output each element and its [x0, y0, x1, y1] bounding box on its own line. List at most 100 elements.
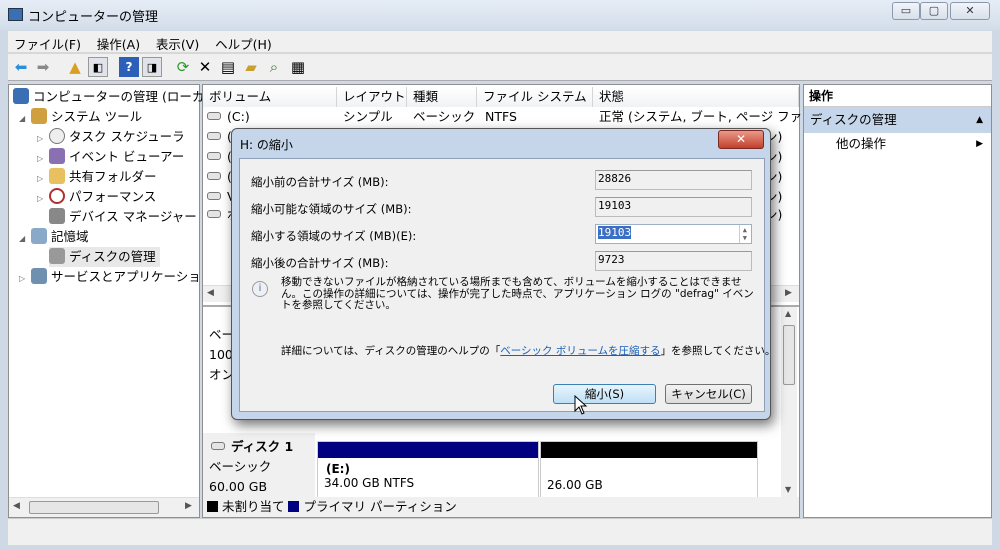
partition-e[interactable]: (E:) 34.00 GB NTFS: [317, 441, 539, 499]
tree-label: 記憶域: [51, 229, 89, 244]
expand-icon[interactable]: ◢: [19, 229, 31, 249]
expand-icon[interactable]: ◢: [19, 109, 31, 129]
total-size-before-value: 28826: [595, 170, 752, 190]
status-bar: [8, 518, 992, 545]
scrollbar-thumb[interactable]: [29, 501, 159, 514]
drive-icon: [207, 172, 221, 180]
partition-e-bar: [318, 442, 538, 458]
tree-item-shared-folders[interactable]: ▷ 共有フォルダー: [37, 167, 157, 187]
volume-type: ベーシック: [413, 109, 476, 124]
column-header-layout[interactable]: レイアウト: [337, 87, 407, 107]
volume-filesystem: NTFS: [485, 109, 517, 124]
disk-1-name: ディスク 1: [231, 439, 294, 454]
total-size-after-label: 縮小後の合計サイズ (MB):: [251, 256, 389, 270]
expand-icon[interactable]: ▷: [37, 189, 49, 209]
tree-label: コンピューターの管理 (ローカ: [33, 89, 205, 104]
tree-item-event-viewer[interactable]: ▷ イベント ビューアー: [37, 147, 184, 167]
partition-detail: 26.00 GB: [547, 478, 603, 492]
shrink-button[interactable]: 縮小(S): [553, 384, 656, 404]
expand-icon[interactable]: ▷: [37, 169, 49, 189]
help-suffix: 」を参照してください。: [660, 345, 776, 357]
tree-item-storage[interactable]: ◢ 記憶域: [19, 227, 89, 247]
menu-view[interactable]: 表示(V): [150, 31, 205, 56]
disk-1-type: ベーシック: [209, 459, 272, 474]
maximize-button[interactable]: ▢: [920, 2, 948, 20]
tree-label: イベント ビューアー: [69, 149, 185, 164]
menu-action[interactable]: 操作(A): [91, 31, 146, 56]
clock-icon: [49, 128, 65, 144]
menu-help[interactable]: ヘルプ(H): [209, 31, 278, 56]
menu-file[interactable]: ファイル(F): [8, 31, 87, 56]
tree-label: 共有フォルダー: [69, 169, 157, 184]
column-header-type[interactable]: 種類: [407, 87, 477, 107]
column-header-filesystem[interactable]: ファイル システム: [477, 87, 593, 107]
event-viewer-icon: [49, 148, 65, 164]
tree-item-task-scheduler[interactable]: ▷ タスク スケジューラ: [37, 127, 185, 147]
scroll-down-icon[interactable]: ▼: [785, 485, 791, 494]
delete-icon[interactable]: ✕: [195, 57, 215, 77]
scroll-right-icon[interactable]: ▶: [185, 501, 192, 511]
expand-icon[interactable]: ▷: [37, 149, 49, 169]
scroll-right-icon[interactable]: ▶: [785, 288, 792, 298]
scroll-up-icon[interactable]: ▲: [785, 309, 791, 318]
legend-label: プライマリ パーティション: [303, 499, 457, 514]
help-icon[interactable]: ?: [119, 57, 139, 77]
properties-icon[interactable]: ▤: [218, 57, 238, 77]
tree-item-system-tools[interactable]: ◢ システム ツール: [19, 107, 142, 127]
collapse-icon[interactable]: ▲: [976, 107, 983, 133]
submenu-arrow-icon: ▶: [976, 139, 983, 149]
total-size-after-value: 9723: [595, 251, 752, 271]
show-hide-action-pane-icon[interactable]: ◨: [142, 57, 162, 77]
column-header-volume[interactable]: ボリューム: [203, 87, 337, 107]
spin-buttons[interactable]: ▲ ▼: [738, 225, 750, 243]
tree-item-device-manager[interactable]: デバイス マネージャー: [49, 207, 197, 227]
refresh-icon[interactable]: ⟳: [173, 57, 193, 77]
forward-icon[interactable]: ➡: [33, 57, 53, 77]
tree-item-services-applications[interactable]: ▷ サービスとアプリケーショ: [19, 267, 201, 287]
actions-more-actions[interactable]: 他の操作 ▶: [804, 133, 991, 155]
cancel-button[interactable]: キャンセル(C): [665, 384, 752, 404]
tree-label: タスク スケジューラ: [69, 129, 185, 144]
actions-pane: 操作 ディスクの管理 ▲ 他の操作 ▶: [803, 84, 992, 518]
settings-icon[interactable]: ▦: [288, 57, 308, 77]
menu-bar: ファイル(F) 操作(A) 表示(V) ヘルプ(H): [8, 31, 992, 53]
volume-row[interactable]: (C:) シンプル ベーシック NTFS 正常 (システム, ブート, ページ …: [205, 107, 802, 127]
graph-vertical-scrollbar[interactable]: ▲ ▼: [781, 307, 797, 499]
storage-icon: [31, 228, 47, 244]
actions-section-disk-management[interactable]: ディスクの管理 ▲: [804, 107, 991, 133]
computer-management-icon: [8, 8, 23, 21]
expand-icon[interactable]: ▷: [37, 129, 49, 149]
drive-icon: [207, 152, 221, 160]
tree-label: システム ツール: [51, 109, 143, 124]
column-header-status[interactable]: 状態: [593, 87, 799, 107]
tree-item-disk-management[interactable]: ディスクの管理: [49, 247, 160, 267]
search-icon[interactable]: ⌕: [264, 57, 284, 77]
section-label: ディスクの管理: [810, 112, 897, 127]
total-size-before-label: 縮小前の合計サイズ (MB):: [251, 175, 389, 189]
tools-icon: [31, 108, 47, 124]
tree-item-performance[interactable]: ▷ パフォーマンス: [37, 187, 156, 207]
disk-1-info[interactable]: ディスク 1 ベーシック 60.00 GB: [203, 433, 315, 499]
open-folder-icon[interactable]: ▰: [241, 57, 261, 77]
help-link[interactable]: ベーシック ボリュームを圧縮する: [500, 345, 660, 357]
scrollbar-thumb[interactable]: [783, 325, 795, 385]
scroll-left-icon[interactable]: ◀: [207, 288, 214, 298]
legend-swatch-unallocated: [207, 501, 218, 512]
back-icon[interactable]: ⬅: [11, 57, 31, 77]
show-hide-tree-icon[interactable]: ◧: [88, 57, 108, 77]
minimize-button[interactable]: ▭: [892, 2, 920, 20]
scroll-left-icon[interactable]: ◀: [13, 501, 20, 511]
horizontal-scrollbar[interactable]: ◀ ▶: [9, 497, 199, 517]
up-folder-icon[interactable]: ▲: [65, 57, 85, 77]
navigation-tree: コンピューターの管理 (ローカ ◢ システム ツール ▷ タスク スケジューラ ▷ イ…: [8, 84, 204, 518]
close-window-button[interactable]: ✕: [950, 2, 990, 20]
partition-unallocated[interactable]: 26.00 GB: [540, 441, 758, 499]
legend-label: 未割り当て: [221, 499, 285, 514]
mouse-cursor-icon: [574, 395, 588, 415]
device-manager-icon: [49, 208, 65, 224]
available-shrink-label: 縮小可能な領域のサイズ (MB):: [251, 202, 412, 216]
dialog-close-button[interactable]: ✕: [718, 130, 764, 149]
shrink-amount-input[interactable]: 19103 ▲ ▼: [595, 224, 752, 244]
tree-item-computer-management[interactable]: コンピューターの管理 (ローカ: [13, 87, 204, 107]
expand-icon[interactable]: ▷: [19, 269, 31, 289]
